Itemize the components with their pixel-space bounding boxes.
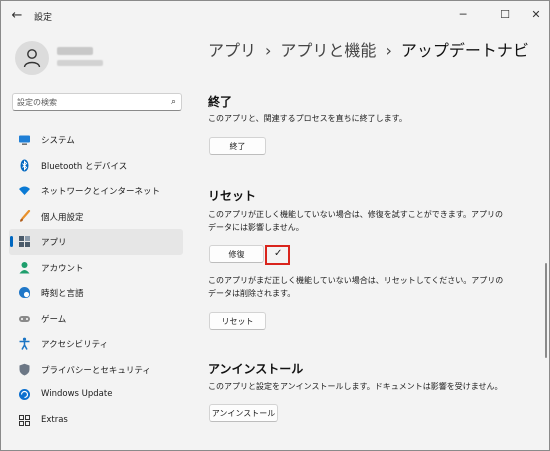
sidebar-nav: システム Bluetooth とデバイス ネットワークとインターネット 個人用設…	[9, 127, 185, 433]
bluetooth-icon	[20, 159, 29, 171]
brush-icon	[20, 209, 31, 222]
breadcrumb-separator: ›	[385, 41, 392, 60]
sidebar-item-extras[interactable]: Extras	[9, 408, 183, 434]
breadcrumb-current: アップデートナビ	[400, 41, 529, 60]
sidebar-item-label: アクセシビリティ	[41, 340, 109, 350]
shield-icon	[19, 363, 30, 375]
terminate-title: 終了	[208, 95, 233, 109]
sidebar-item-bluetooth[interactable]: Bluetooth とデバイス	[9, 153, 183, 179]
person-icon	[23, 49, 41, 68]
reset-description: このアプリがまだ正しく機能していない場合は、リセットしてください。アプリのデータ…	[208, 276, 504, 298]
search-box[interactable]: ⌕	[12, 93, 182, 111]
sidebar-item-apps[interactable]: アプリ	[9, 229, 183, 255]
sidebar-item-privacy[interactable]: プライバシーとセキュリティ	[9, 357, 183, 383]
sidebar-item-label: ネットワークとインターネット	[41, 187, 161, 197]
breadcrumb-apps-features[interactable]: アプリと機能	[280, 41, 376, 60]
sidebar-item-system[interactable]: システム	[9, 127, 183, 153]
extras-icon	[19, 414, 30, 426]
minimize-button[interactable]: ─	[453, 6, 473, 24]
back-arrow-icon[interactable]: ←	[9, 8, 25, 24]
sidebar-item-label: システム	[41, 136, 75, 146]
breadcrumb-separator: ›	[265, 41, 272, 60]
update-icon	[19, 389, 30, 400]
sidebar-item-personalization[interactable]: 個人用設定	[9, 204, 183, 230]
active-indicator	[10, 236, 13, 247]
avatar[interactable]	[15, 41, 49, 75]
repair-description: このアプリが正しく機能していない場合は、修復を試すことができます。アプリのデータ…	[208, 210, 503, 232]
sidebar-item-label: Windows Update	[41, 389, 113, 399]
sidebar-item-label: アプリ	[41, 238, 67, 248]
scrollbar[interactable]	[545, 263, 547, 358]
apps-icon	[19, 236, 30, 247]
terminate-description: このアプリと、関連するプロセスを直ちに終了します。	[208, 114, 407, 123]
checkmark-icon: ✓	[274, 248, 283, 259]
close-button[interactable]: ✕	[526, 6, 546, 24]
sidebar-item-label: 時刻と言語	[41, 289, 84, 299]
repair-complete-highlight: ✓	[265, 245, 290, 265]
sidebar-item-label: ゲーム	[41, 314, 67, 325]
sidebar-item-accounts[interactable]: アカウント	[9, 255, 183, 281]
sidebar-item-label: プライバシーとセキュリティ	[41, 365, 151, 376]
uninstall-description: このアプリと設定をアンインストールします。ドキュメントは影響を受けません。	[208, 382, 503, 391]
search-input[interactable]	[17, 96, 157, 108]
profile-name-redacted	[57, 47, 93, 55]
title-bar: ← 設定 ─ ☐ ✕	[1, 1, 549, 31]
maximize-button[interactable]: ☐	[495, 6, 515, 24]
terminate-button[interactable]: 終了	[209, 137, 266, 155]
monitor-icon	[19, 135, 30, 145]
breadcrumb: アプリ › アプリと機能 › アップデートナビ	[208, 37, 529, 61]
sidebar-item-label: Extras	[41, 414, 68, 425]
sidebar-item-label: Bluetooth とデバイス	[41, 161, 128, 172]
search-icon[interactable]: ⌕	[171, 97, 176, 107]
wifi-icon	[19, 186, 30, 195]
window-title: 設定	[34, 13, 53, 23]
sidebar-item-accessibility[interactable]: アクセシビリティ	[9, 331, 183, 357]
account-icon	[19, 261, 30, 273]
reset-button[interactable]: リセット	[209, 312, 266, 330]
sidebar-item-windows-update[interactable]: Windows Update	[9, 382, 183, 408]
uninstall-button[interactable]: アンインストール	[209, 404, 278, 422]
sidebar-item-time-language[interactable]: 時刻と言語	[9, 280, 183, 306]
gamepad-icon	[19, 315, 30, 322]
accessibility-icon	[19, 337, 30, 350]
profile-account-redacted	[57, 60, 103, 66]
sidebar-item-label: 個人用設定	[41, 212, 84, 223]
globe-clock-icon	[19, 287, 30, 298]
sidebar-item-gaming[interactable]: ゲーム	[9, 306, 183, 332]
sidebar-item-label: アカウント	[41, 263, 84, 274]
repair-button[interactable]: 修復	[209, 245, 264, 263]
uninstall-title: アンインストール	[208, 362, 304, 376]
settings-window: ← 設定 ─ ☐ ✕ ⌕ システム Bluetooth とデバイス ネットワーク…	[0, 0, 550, 451]
reset-title: リセット	[208, 189, 257, 203]
sidebar-item-network[interactable]: ネットワークとインターネット	[9, 178, 183, 204]
breadcrumb-apps[interactable]: アプリ	[208, 41, 256, 60]
